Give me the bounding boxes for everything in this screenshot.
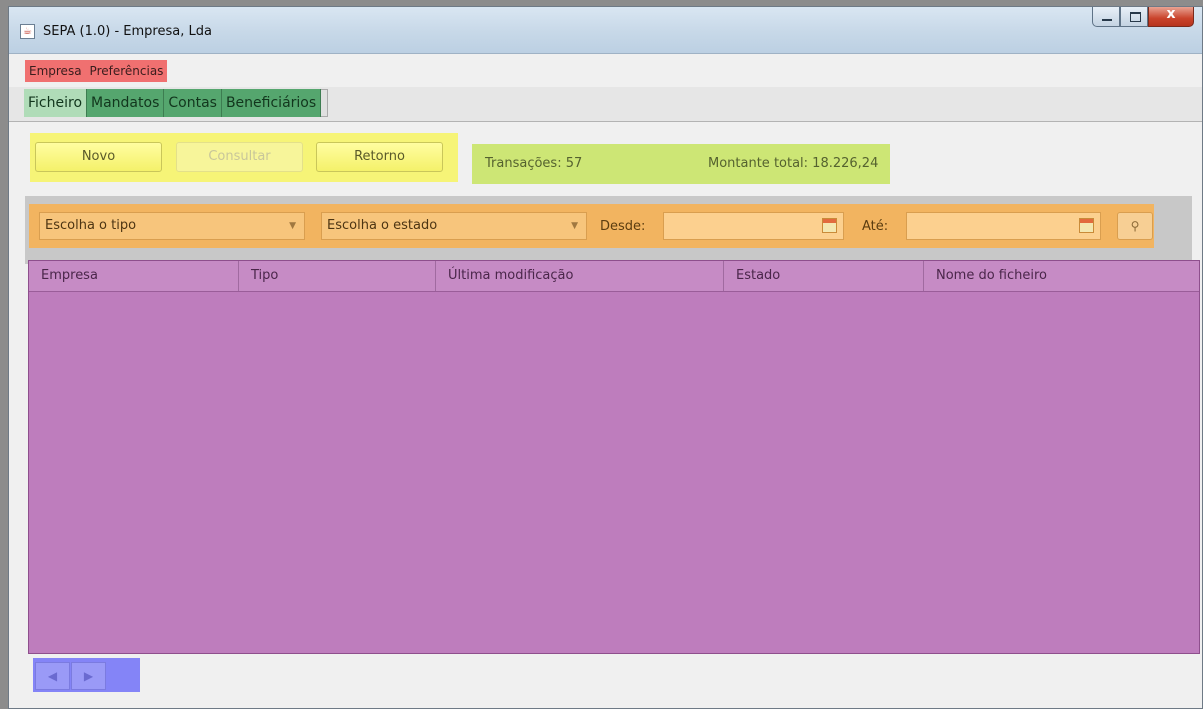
column-header-estado[interactable]: Estado: [724, 261, 924, 291]
transactions-count: Transações: 57: [485, 156, 583, 171]
tipo-select[interactable]: Escolha o tipo ▼: [39, 212, 305, 240]
search-icon: ⚲: [1130, 219, 1140, 233]
menu-empresa[interactable]: Empresa: [25, 60, 86, 82]
menu-bar: Empresa Preferências: [9, 55, 1202, 83]
estado-select-value: Escolha o estado: [327, 218, 438, 233]
filter-bar: Escolha o tipo ▼ Escolha o estado ▼ Desd…: [29, 204, 1154, 248]
retorno-button[interactable]: Retorno: [316, 142, 443, 172]
consultar-button[interactable]: Consultar: [176, 142, 303, 172]
previous-page-button[interactable]: ◀: [35, 662, 70, 690]
column-header-tipo[interactable]: Tipo: [239, 261, 436, 291]
tab-beneficiarios[interactable]: Beneficiários: [221, 89, 322, 117]
java-app-icon: ☕: [20, 24, 35, 39]
app-window: ☕ SEPA (1.0) - Empresa, Lda Empresa Pref…: [8, 6, 1203, 709]
previous-arrow-icon: ◀: [47, 669, 58, 683]
maximize-button[interactable]: [1120, 7, 1148, 27]
title-bar: ☕ SEPA (1.0) - Empresa, Lda: [9, 6, 1202, 54]
table-header: Empresa Tipo Última modificação Estado N…: [29, 261, 1199, 292]
desde-label: Desde:: [600, 219, 646, 234]
column-header-ultima-modificacao[interactable]: Última modificação: [436, 261, 724, 291]
chevron-down-icon: ▼: [571, 221, 578, 231]
close-button[interactable]: [1148, 6, 1194, 27]
ate-date-field[interactable]: [906, 212, 1101, 240]
total-amount: Montante total: 18.226,24: [708, 156, 879, 171]
next-page-button[interactable]: ▶: [71, 662, 106, 690]
tab-ficheiro[interactable]: Ficheiro: [24, 89, 88, 117]
column-header-empresa[interactable]: Empresa: [29, 261, 239, 291]
novo-button[interactable]: Novo: [35, 142, 162, 172]
ate-label: Até:: [862, 219, 889, 234]
action-buttons: Novo Consultar Retorno: [30, 133, 458, 182]
calendar-icon[interactable]: [822, 218, 837, 233]
tab-mandatos[interactable]: Mandatos: [87, 89, 165, 117]
menu-preferencias[interactable]: Preferências: [86, 60, 168, 82]
tab-bar: Ficheiro Mandatos Contas Beneficiários: [24, 89, 329, 117]
search-button[interactable]: ⚲: [1117, 212, 1153, 240]
tipo-select-value: Escolha o tipo: [45, 218, 137, 233]
files-table: Empresa Tipo Última modificação Estado N…: [28, 260, 1200, 654]
summary-panel: Transações: 57 Montante total: 18.226,24: [472, 144, 890, 184]
tab-contas[interactable]: Contas: [164, 89, 222, 117]
tab-bar-end: [321, 89, 329, 117]
minimize-button[interactable]: [1092, 7, 1120, 27]
menu-group: Empresa Preferências: [25, 60, 168, 82]
column-header-nome-do-ficheiro[interactable]: Nome do ficheiro: [924, 261, 1199, 291]
next-arrow-icon: ▶: [83, 669, 94, 683]
calendar-icon[interactable]: [1079, 218, 1094, 233]
window-title: SEPA (1.0) - Empresa, Lda: [43, 24, 212, 39]
chevron-down-icon: ▼: [289, 221, 296, 231]
desde-date-field[interactable]: [663, 212, 844, 240]
pagination: ◀ ▶: [33, 658, 140, 692]
estado-select[interactable]: Escolha o estado ▼: [321, 212, 587, 240]
window-controls: [1092, 6, 1194, 29]
